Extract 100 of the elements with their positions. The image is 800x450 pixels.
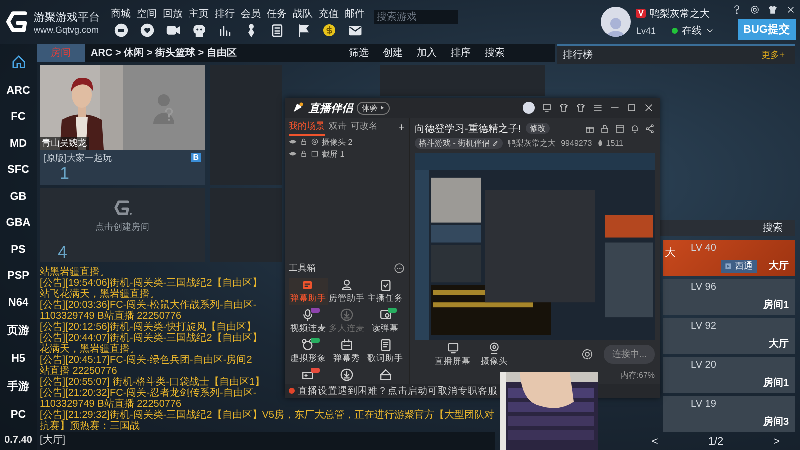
tool-button[interactable]: 虚拟形象 xyxy=(289,338,328,365)
search-link[interactable]: 搜索 xyxy=(763,221,783,235)
more-icon[interactable] xyxy=(394,263,405,274)
trial-badge[interactable]: 体验 xyxy=(357,102,390,114)
platform-tab[interactable]: SFC xyxy=(8,164,30,176)
settings-icon[interactable] xyxy=(581,348,594,360)
toolbar-link[interactable]: 加入 xyxy=(417,46,437,60)
avatar[interactable] xyxy=(523,102,535,114)
platform-tab[interactable]: GB xyxy=(10,190,27,202)
watch-tag[interactable]: 西通 xyxy=(721,260,757,272)
add-scene-button[interactable]: + xyxy=(398,122,405,134)
tool-button[interactable]: 歌词助手 xyxy=(366,338,405,365)
tool-button[interactable]: 房管助手 xyxy=(328,278,366,305)
shirt-icon[interactable] xyxy=(576,103,586,113)
ranking-row[interactable]: LV 96 房间1 xyxy=(663,279,795,315)
ranking-row[interactable]: 大 LV 40 西通 大厅 xyxy=(663,240,795,276)
menu-icon[interactable] xyxy=(593,103,603,113)
toolbox-label: 工具箱 xyxy=(289,262,316,275)
platform-tab[interactable]: PC xyxy=(10,408,26,420)
nav-item[interactable]: 充值 xyxy=(318,6,340,38)
platform-tab[interactable]: 手游 xyxy=(8,379,30,394)
bell-icon[interactable] xyxy=(630,124,640,134)
toolbar-link[interactable]: 筛选 xyxy=(349,46,369,60)
chat-message: [公告][21:20:32]FC-闯关-忍者龙剑传系列-自由区- xyxy=(40,388,257,399)
more-link[interactable]: 更多+ xyxy=(762,48,785,62)
tool-button[interactable]: 弹幕助手 xyxy=(289,278,328,305)
connect-button[interactable]: 连接中... xyxy=(604,344,655,364)
toolbar-link[interactable]: 搜索 xyxy=(485,46,505,60)
ranking-row[interactable]: LV 20 房间1 xyxy=(663,357,795,393)
calendar-icon xyxy=(340,338,354,352)
category-tag[interactable]: 格斗游戏 - 街机伴侣 xyxy=(415,138,504,148)
nav-item[interactable]: 任务 xyxy=(266,6,288,38)
memory-usage: 内存:67% xyxy=(620,370,655,381)
platform-tab[interactable]: N64 xyxy=(8,296,29,308)
cake-icon xyxy=(378,368,393,382)
previous-page-button[interactable]: < xyxy=(652,436,658,448)
flame-icon xyxy=(597,139,604,147)
platform-tab[interactable]: H5 xyxy=(11,352,26,364)
next-page-button[interactable]: > xyxy=(774,436,780,448)
status-menu[interactable]: 在线 xyxy=(682,24,702,38)
nav-item[interactable]: 回放 xyxy=(162,6,184,38)
maximize-icon[interactable] xyxy=(627,103,637,113)
tool-button[interactable]: 弹幕秀 xyxy=(328,338,366,365)
shirt-icon[interactable] xyxy=(768,4,778,14)
lock-icon[interactable] xyxy=(300,150,308,158)
shirt-icon[interactable] xyxy=(559,103,569,113)
chat-message: [公告][20:03:36]FC-闯关-松鼠大作战系列-自由区- xyxy=(40,300,257,311)
source-button[interactable]: 直播屏幕 xyxy=(435,342,471,368)
close-icon[interactable] xyxy=(644,103,654,113)
platform-tab[interactable]: ARC xyxy=(6,84,30,96)
home-icon[interactable] xyxy=(10,54,26,70)
chat-message: [公告][20:45:17]FC-闯关-绿色兵团-自由区-房间2 xyxy=(40,355,252,366)
room-number: 1 xyxy=(60,165,70,183)
calculator-icon xyxy=(270,22,284,38)
nav-item[interactable]: 主页 xyxy=(188,6,210,38)
create-room-card[interactable]: 点击创建房间 4 xyxy=(40,188,205,262)
avatar[interactable] xyxy=(601,7,632,37)
room-card[interactable]: 青山吴魏龙 [原版]大家一起玩 B 1 xyxy=(40,65,205,185)
platform-tab[interactable]: MD xyxy=(10,138,28,150)
toolbar-link[interactable]: 排序 xyxy=(451,46,471,60)
platform-tab[interactable]: FC xyxy=(11,111,26,123)
robot-icon xyxy=(192,22,206,38)
close-icon[interactable] xyxy=(786,4,796,14)
scene-tab[interactable]: 双击 xyxy=(329,120,347,136)
source-label[interactable]: 截屏 1 xyxy=(322,148,345,160)
platform-tab[interactable]: PS xyxy=(11,244,26,256)
chat-message: [公告][20:12:56]街机-闯关类-快打旋风【自由区】 xyxy=(40,322,257,333)
lock-icon[interactable] xyxy=(300,138,308,146)
ranking-row[interactable]: LV 19 房间3 xyxy=(663,396,795,432)
live-title: 向德登学习-重德精之子! xyxy=(415,122,522,136)
nav-item[interactable]: 邮件 xyxy=(344,6,366,38)
scene-tab[interactable]: 我的场景 xyxy=(289,120,325,136)
chat-channel-label[interactable]: [大厅] xyxy=(40,432,495,450)
nav-item[interactable]: 排行 xyxy=(214,6,236,38)
search-field[interactable]: 搜索游戏 xyxy=(374,10,458,24)
player-location: 房间1 xyxy=(763,298,789,312)
platform-tab[interactable]: GBA xyxy=(6,217,31,229)
nav-item[interactable]: 会员 xyxy=(240,6,262,38)
platform-tab[interactable]: PSP xyxy=(7,270,30,282)
person-icon xyxy=(340,278,354,292)
ranking-row[interactable]: LV 92 大厅 xyxy=(663,318,795,354)
source-button[interactable]: 摄像头 xyxy=(481,342,508,368)
tool-button[interactable]: 主播任务 xyxy=(366,278,405,305)
help-icon[interactable] xyxy=(732,4,742,14)
lock-icon[interactable] xyxy=(600,124,610,134)
toolbar-link[interactable]: 创建 xyxy=(383,46,403,60)
nav-item[interactable]: 空间 xyxy=(136,6,158,38)
share-icon[interactable] xyxy=(645,124,655,134)
edit-button[interactable]: 修改 xyxy=(526,123,550,134)
monitor-icon[interactable] xyxy=(542,103,552,113)
box-icon[interactable] xyxy=(615,124,625,134)
settings-icon[interactable] xyxy=(750,4,760,14)
tool-button[interactable]: 读弹幕 xyxy=(366,308,405,335)
platform-tab[interactable]: 页游 xyxy=(8,323,30,338)
nav-item[interactable]: 战队 xyxy=(292,6,314,38)
alert-icon xyxy=(289,388,295,394)
nav-item[interactable]: 商城 xyxy=(110,6,132,38)
source-label[interactable]: 摄像头 2 xyxy=(322,136,353,148)
tool-button[interactable]: 视频连麦 xyxy=(289,308,328,335)
scene-tab[interactable]: 可改名 xyxy=(351,120,378,136)
